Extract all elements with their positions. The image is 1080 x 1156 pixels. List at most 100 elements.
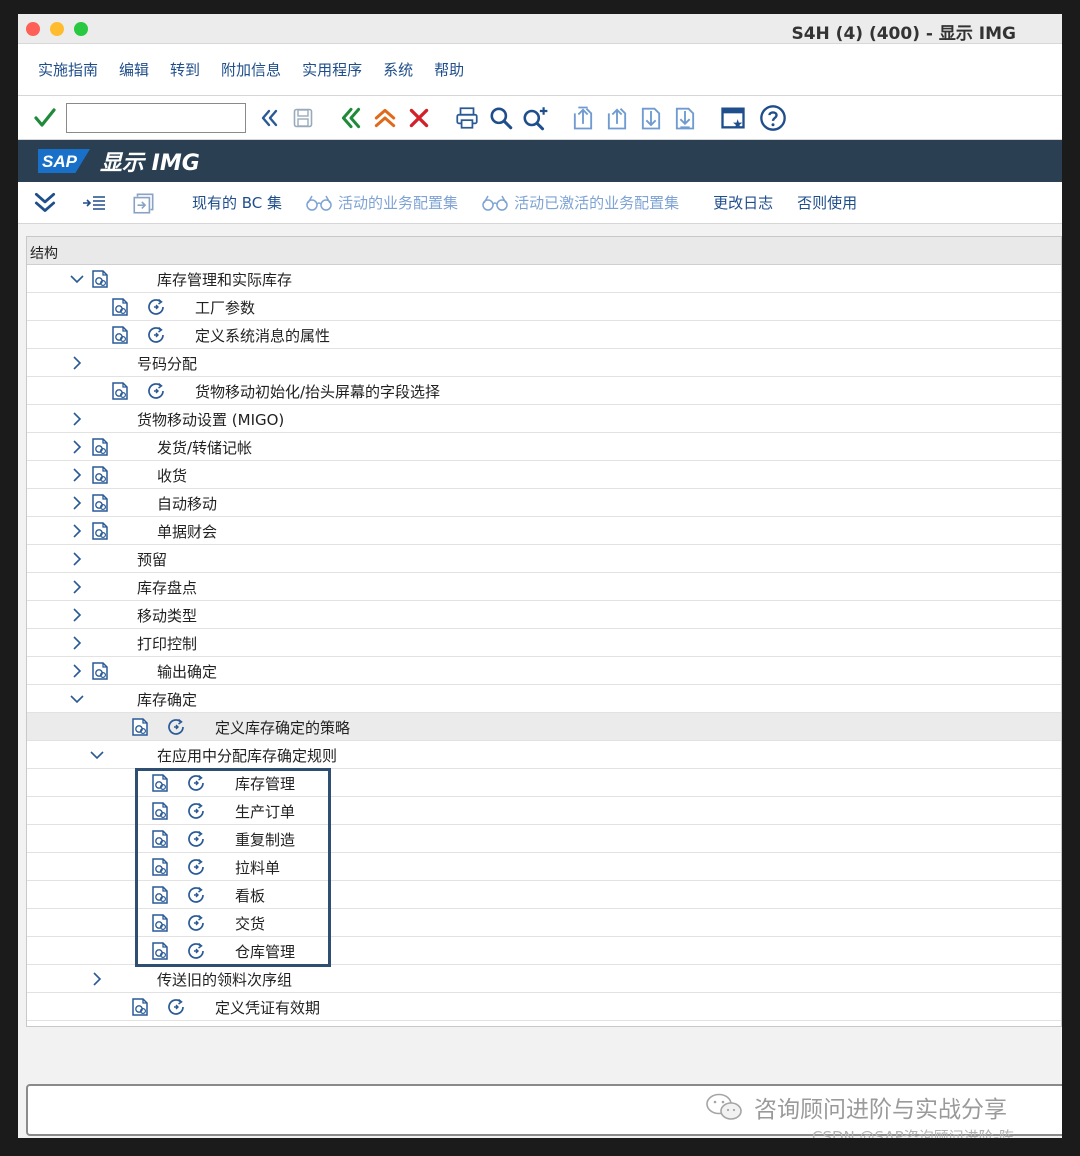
- chevron-right-icon[interactable]: [69, 433, 85, 461]
- chevron-right-icon[interactable]: [69, 629, 85, 657]
- documentation-icon[interactable]: [89, 657, 111, 685]
- chevron-right-icon[interactable]: [69, 657, 85, 685]
- tree-row[interactable]: 库存管理: [27, 769, 1061, 797]
- find-icon[interactable]: [486, 103, 516, 133]
- tree-row[interactable]: 仓库管理: [27, 937, 1061, 965]
- menu-help[interactable]: 帮助: [434, 59, 464, 80]
- prev-page-icon[interactable]: [602, 103, 632, 133]
- tree-row[interactable]: 自动移动: [27, 489, 1061, 517]
- active-bc-sets-button[interactable]: 活动的业务配置集: [306, 192, 458, 213]
- execute-activity-icon[interactable]: [145, 293, 167, 321]
- tree-row[interactable]: 号码分配: [27, 349, 1061, 377]
- chevron-right-icon[interactable]: [69, 517, 85, 545]
- execute-activity-icon[interactable]: [185, 853, 207, 881]
- documentation-icon[interactable]: [89, 461, 111, 489]
- tree-row[interactable]: 生产订单: [27, 797, 1061, 825]
- cancel-icon[interactable]: [404, 103, 434, 133]
- menu-goto[interactable]: 转到: [170, 59, 200, 80]
- documentation-icon[interactable]: [149, 937, 171, 965]
- tree-row[interactable]: 输出确定: [27, 657, 1061, 685]
- tree-row[interactable]: 库存管理和实际库存: [27, 265, 1061, 293]
- chevron-right-icon[interactable]: [69, 349, 85, 377]
- documentation-icon[interactable]: [149, 769, 171, 797]
- change-log-button[interactable]: 更改日志: [713, 192, 773, 213]
- chevron-down-icon[interactable]: [69, 685, 85, 713]
- tree-row[interactable]: 库存确定: [27, 685, 1061, 713]
- tree-row[interactable]: 在应用中分配库存确定规则: [27, 741, 1061, 769]
- tree-row[interactable]: 打印控制: [27, 629, 1061, 657]
- menu-implementation-guide[interactable]: 实施指南: [38, 59, 98, 80]
- expand-all-icon[interactable]: [32, 190, 58, 216]
- chevron-right-icon[interactable]: [69, 573, 85, 601]
- transfer-icon[interactable]: [130, 190, 158, 216]
- exit-icon[interactable]: [370, 103, 400, 133]
- tree-row[interactable]: 定义库存确定的策略: [27, 713, 1061, 741]
- execute-activity-icon[interactable]: [185, 937, 207, 965]
- tree-row[interactable]: 定义系统消息的属性: [27, 321, 1061, 349]
- execute-activity-icon[interactable]: [145, 321, 167, 349]
- close-window-button[interactable]: [26, 22, 40, 36]
- expand-subtree-icon[interactable]: [80, 191, 108, 215]
- menu-edit[interactable]: 编辑: [119, 59, 149, 80]
- tree-row[interactable]: 传送旧的领料次序组: [27, 965, 1061, 993]
- zoom-window-button[interactable]: [74, 22, 88, 36]
- execute-activity-icon[interactable]: [185, 769, 207, 797]
- tree-row[interactable]: 单据财会: [27, 517, 1061, 545]
- tree-row[interactable]: 预留: [27, 545, 1061, 573]
- print-icon[interactable]: [452, 103, 482, 133]
- menu-extras[interactable]: 附加信息: [221, 59, 281, 80]
- activated-bc-sets-button[interactable]: 活动已激活的业务配置集: [482, 192, 679, 213]
- command-field[interactable]: [66, 102, 246, 133]
- last-page-icon[interactable]: [670, 103, 700, 133]
- chevron-down-icon[interactable]: [89, 741, 105, 769]
- tree-row[interactable]: 工厂参数: [27, 293, 1061, 321]
- documentation-icon[interactable]: [149, 881, 171, 909]
- tree-row[interactable]: 发货/转储记帐: [27, 433, 1061, 461]
- documentation-icon[interactable]: [129, 993, 151, 1021]
- execute-activity-icon[interactable]: [185, 797, 207, 825]
- next-page-icon[interactable]: [636, 103, 666, 133]
- tree-row[interactable]: 移动类型: [27, 601, 1061, 629]
- tree-row[interactable]: 拉料单: [27, 853, 1061, 881]
- help-icon[interactable]: [758, 103, 788, 133]
- execute-activity-icon[interactable]: [165, 713, 187, 741]
- chevron-right-icon[interactable]: [69, 601, 85, 629]
- chevron-right-icon[interactable]: [89, 965, 105, 993]
- execute-activity-icon[interactable]: [185, 825, 207, 853]
- documentation-icon[interactable]: [149, 853, 171, 881]
- back-icon[interactable]: [336, 103, 366, 133]
- documentation-icon[interactable]: [149, 797, 171, 825]
- save-icon[interactable]: [288, 103, 318, 133]
- back-arrows-icon[interactable]: [254, 103, 284, 133]
- tree-row[interactable]: 货物移动初始化/抬头屏幕的字段选择: [27, 377, 1061, 405]
- layout-icon[interactable]: [718, 103, 748, 133]
- chevron-right-icon[interactable]: [69, 489, 85, 517]
- tree-row[interactable]: 货物移动设置 (MIGO): [27, 405, 1061, 433]
- documentation-icon[interactable]: [89, 489, 111, 517]
- tree-row[interactable]: 收货: [27, 461, 1061, 489]
- tree-row[interactable]: 库存盘点: [27, 573, 1061, 601]
- tree-row[interactable]: 定义凭证有效期: [27, 993, 1061, 1021]
- documentation-icon[interactable]: [109, 377, 131, 405]
- documentation-icon[interactable]: [89, 265, 111, 293]
- documentation-icon[interactable]: [89, 517, 111, 545]
- chevron-down-icon[interactable]: [69, 265, 85, 293]
- execute-activity-icon[interactable]: [185, 909, 207, 937]
- documentation-icon[interactable]: [109, 293, 131, 321]
- first-page-icon[interactable]: [568, 103, 598, 133]
- existing-bc-sets-button[interactable]: 现有的 BC 集: [192, 192, 282, 213]
- menu-utilities[interactable]: 实用程序: [302, 59, 362, 80]
- execute-activity-icon[interactable]: [165, 993, 187, 1021]
- documentation-icon[interactable]: [129, 713, 151, 741]
- find-next-icon[interactable]: [520, 103, 550, 133]
- otherwise-use-button[interactable]: 否则使用: [797, 192, 857, 213]
- execute-activity-icon[interactable]: [185, 881, 207, 909]
- documentation-icon[interactable]: [149, 825, 171, 853]
- tree-row[interactable]: 看板: [27, 881, 1061, 909]
- chevron-right-icon[interactable]: [69, 461, 85, 489]
- tree-row[interactable]: 重复制造: [27, 825, 1061, 853]
- documentation-icon[interactable]: [149, 909, 171, 937]
- documentation-icon[interactable]: [109, 321, 131, 349]
- chevron-right-icon[interactable]: [69, 545, 85, 573]
- chevron-right-icon[interactable]: [69, 405, 85, 433]
